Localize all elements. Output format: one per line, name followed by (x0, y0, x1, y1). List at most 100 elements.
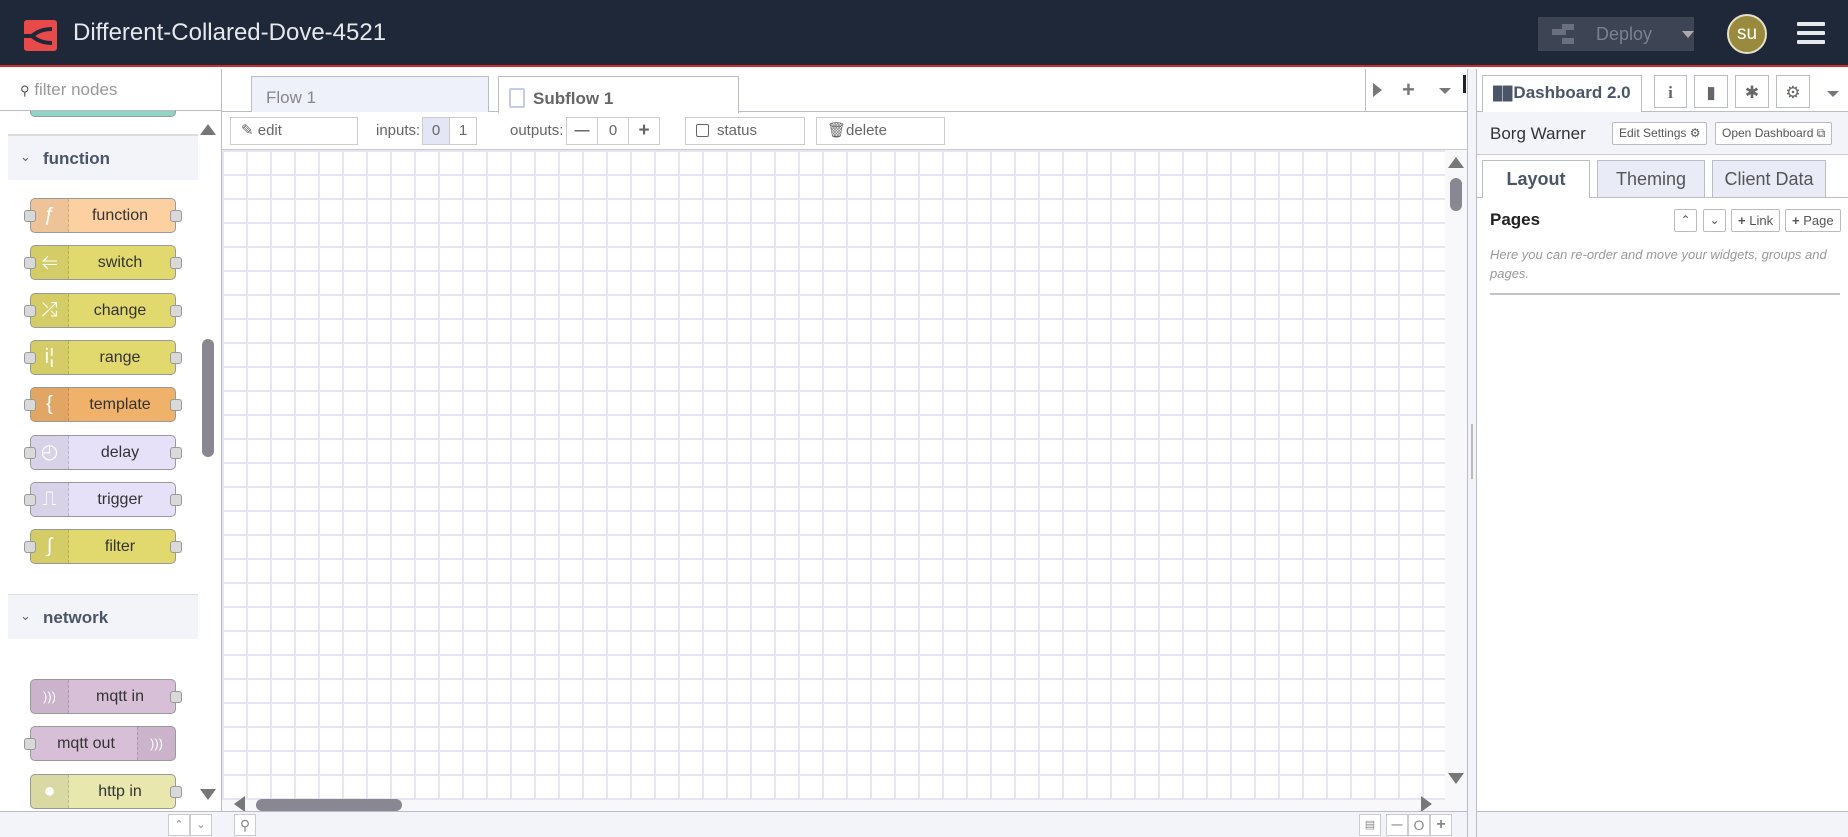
palette-scrollbar[interactable] (202, 339, 214, 457)
pulse-icon: ⎍ (31, 483, 69, 516)
user-avatar[interactable]: su (1727, 14, 1767, 54)
navigator-map-icon[interactable]: ▤ (1359, 814, 1381, 836)
node-red-logo (24, 20, 57, 51)
filter-nodes-input[interactable]: ⚲ filter nodes (0, 69, 222, 111)
output-port (170, 399, 182, 411)
palette-node-http-in[interactable]: ● http in (30, 774, 182, 809)
settings-gear-icon[interactable]: ⚙ (1776, 75, 1810, 108)
scroll-right-icon[interactable] (1421, 796, 1432, 812)
palette-node-trigger[interactable]: ⎍ trigger (24, 482, 182, 517)
dashboard-header: Borg Warner Edit Settings ⚙ Open Dashboa… (1477, 112, 1848, 155)
input-port (24, 352, 36, 364)
category-network[interactable]: ⌄ network (8, 594, 198, 639)
canvas-vertical-scrollbar[interactable] (1445, 150, 1467, 811)
expand-all-icon[interactable]: ⌄ (190, 814, 212, 836)
bridge-icon: ))) (31, 680, 69, 713)
pencil-icon: ✎ (241, 122, 254, 139)
edit-settings-button[interactable]: Edit Settings ⚙ (1612, 122, 1708, 145)
input-port (24, 447, 36, 459)
outputs-value[interactable]: 0 (597, 117, 629, 145)
canvas-horizontal-scrollbar[interactable] (222, 796, 1445, 812)
palette-node-filter[interactable]: ∫ filter (24, 529, 182, 564)
palette-scroll-down[interactable] (200, 789, 216, 800)
workspace: Flow 1 Subflow 1 + ✎ edit properties inp… (222, 69, 1467, 837)
add-page-button[interactable]: + Page (1785, 209, 1841, 232)
node-partial[interactable] (30, 111, 176, 117)
pages-heading: Pages (1490, 210, 1541, 229)
tab-subflow-1[interactable]: Subflow 1 (498, 76, 739, 113)
input-port (24, 541, 36, 553)
checkbox-icon (696, 124, 709, 137)
palette-node-mqtt-out[interactable]: ))) mqtt out (24, 726, 176, 761)
gear-icon: ⚙ (1689, 126, 1701, 140)
palette-node-switch[interactable]: ⥢ switch (24, 245, 182, 280)
debug-bug-icon[interactable]: ✱ (1735, 75, 1769, 108)
collapse-all-icon[interactable]: ⌃ (168, 814, 190, 836)
deploy-dropdown-caret[interactable] (1682, 30, 1694, 38)
scroll-left-icon[interactable] (234, 796, 245, 812)
palette-node-change[interactable]: ⤮ change (24, 293, 182, 328)
palette-node-label: http in (98, 783, 142, 800)
output-port (170, 494, 182, 506)
tab-menu-caret-icon[interactable] (1439, 88, 1451, 94)
zoom-in-icon[interactable]: + (1430, 814, 1452, 836)
expand-all-pages-icon[interactable]: ⌄ (1703, 209, 1726, 232)
hamburger-menu-icon[interactable] (1797, 22, 1825, 46)
category-function[interactable]: ⌄ function (8, 135, 198, 180)
shuffle-icon: ⤮ (31, 294, 69, 327)
inputs-label: inputs: (376, 122, 421, 139)
external-link-icon: ⧉ (1816, 126, 1826, 140)
sidebar-footer (1477, 811, 1848, 837)
add-flow-icon[interactable]: + (1402, 77, 1415, 103)
book-icon[interactable]: ▮ (1694, 75, 1728, 108)
tab-client-data[interactable]: Client Data (1712, 160, 1826, 197)
zoom-out-icon[interactable]: — (1386, 814, 1408, 836)
add-link-button[interactable]: + Link (1731, 209, 1781, 232)
input-port (24, 738, 36, 750)
scroll-down-icon[interactable] (1448, 773, 1464, 784)
sidebar-splitter[interactable] (1467, 69, 1477, 837)
palette-node-label: range (99, 349, 141, 366)
outputs-decrement-button[interactable]: — (566, 117, 598, 145)
vertical-scroll-thumb[interactable] (1450, 178, 1462, 211)
deploy-button[interactable]: Deploy (1538, 17, 1694, 51)
scroll-tabs-right-icon[interactable] (1373, 83, 1382, 97)
output-port (170, 257, 182, 269)
palette-node-function[interactable]: ƒ function (24, 198, 182, 233)
output-port (170, 541, 182, 553)
inputs-option-1[interactable]: 1 (449, 117, 477, 145)
palette-node-mqtt-in[interactable]: ))) mqtt in (30, 679, 182, 714)
switch-icon: ⥢ (31, 246, 69, 279)
open-dashboard-button[interactable]: Open Dashboard ⧉ (1715, 122, 1833, 145)
tab-theming[interactable]: Theming (1597, 160, 1705, 197)
output-port (170, 691, 182, 703)
inputs-option-0[interactable]: 0 (422, 117, 450, 145)
delete-subflow-button[interactable]: 🗑delete subflow (816, 117, 945, 165)
range-icon: i¦ (31, 341, 69, 374)
zoom-reset-icon[interactable]: O (1408, 814, 1430, 836)
sidebar: ▉▉Dashboard 2.0 i ▮ ✱ ⚙ Borg Warner Edit… (1477, 69, 1848, 837)
horizontal-scroll-thumb[interactable] (256, 799, 402, 811)
palette-scroll-up[interactable] (200, 124, 216, 135)
status-node-toggle[interactable]: status node (685, 117, 805, 165)
collapse-all-pages-icon[interactable]: ⌃ (1674, 209, 1697, 232)
palette-node-template[interactable]: {template (24, 387, 182, 422)
palette-node-delay[interactable]: ◴ delay (24, 435, 182, 470)
flow-canvas[interactable] (222, 150, 1445, 800)
scroll-up-icon[interactable] (1448, 157, 1464, 168)
search-flows-icon[interactable]: ⚲ (234, 814, 256, 836)
edit-properties-button[interactable]: ✎ edit properties (230, 117, 358, 165)
palette-node-label: filter (104, 538, 136, 555)
palette-node-range[interactable]: i¦ range (24, 340, 182, 375)
palette-node-label: delay (100, 444, 140, 461)
sidebar-tab-dashboard[interactable]: ▉▉Dashboard 2.0 (1482, 75, 1642, 112)
info-icon[interactable]: i (1654, 75, 1687, 108)
input-port (24, 305, 36, 317)
outputs-increment-button[interactable]: + (628, 117, 660, 145)
input-port (24, 494, 36, 506)
tab-layout[interactable]: Layout (1482, 160, 1590, 198)
sidebar-menu-caret-icon[interactable] (1827, 91, 1839, 97)
bridge-icon: ))) (137, 727, 175, 760)
palette-node-label: function (91, 207, 149, 224)
tab-flow-1[interactable]: Flow 1 (251, 76, 489, 112)
